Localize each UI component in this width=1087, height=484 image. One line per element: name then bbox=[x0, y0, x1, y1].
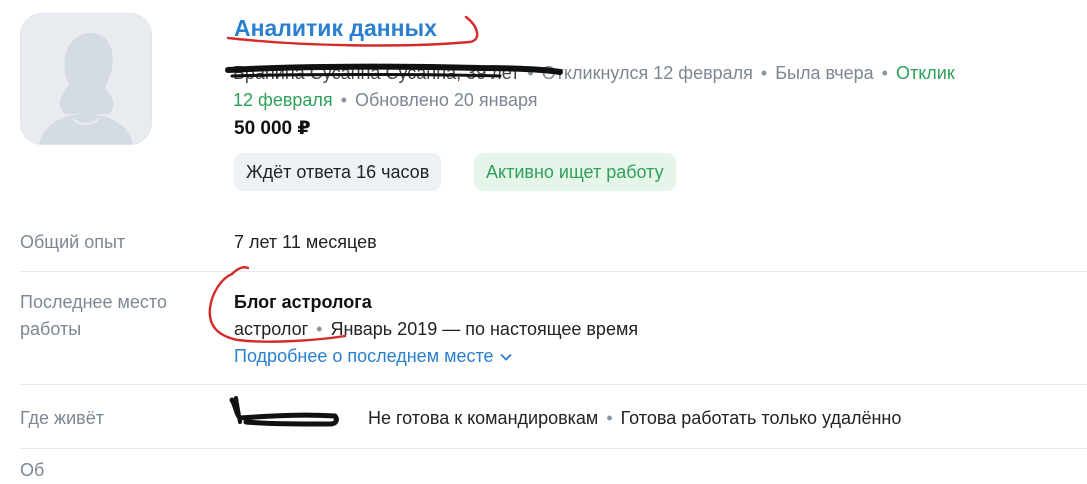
separator-dot: • bbox=[316, 319, 323, 339]
location-redaction bbox=[229, 397, 339, 427]
last-job-more-label: Подробнее о последнем месте bbox=[234, 346, 494, 366]
separator-dot: • bbox=[606, 408, 613, 428]
remote-work: Готова работать только удалённо bbox=[620, 408, 902, 428]
response-prefix: Отклик bbox=[895, 63, 955, 83]
salary: 50 000 ₽ bbox=[234, 118, 311, 139]
last-job-company: Блог астролога bbox=[234, 292, 372, 312]
candidate-meta: Бранина Сусанна Сусанна, 39 лет • Откликну… bbox=[233, 60, 1083, 114]
divider bbox=[20, 271, 1087, 272]
updated-date: Обновлено 20 января bbox=[355, 90, 538, 110]
separator-dot: • bbox=[340, 90, 347, 110]
experience-label: Общий опыт bbox=[20, 232, 126, 252]
divider bbox=[20, 384, 1087, 385]
vacancy-title-link[interactable]: Аналитик данных bbox=[234, 15, 437, 42]
responded-date: Откликнулся 12 февраля bbox=[541, 63, 753, 83]
job-search-status-badge: Активно ищет работу bbox=[474, 153, 676, 191]
separator-dot: • bbox=[760, 63, 768, 83]
last-job-period: Январь 2019 — по настоящее время bbox=[330, 319, 639, 339]
last-job-more-link[interactable]: Подробнее о последнем месте bbox=[234, 346, 512, 366]
location-redaction-2 bbox=[234, 396, 242, 424]
last-job-details: Блог астролога астролог • Январь 2019 — по… bbox=[234, 289, 638, 370]
last-job-label-line1: Последнее место bbox=[20, 292, 167, 312]
cut-off-row-label: Об bbox=[20, 460, 45, 480]
experience-value: 7 лет 11 месяцев bbox=[234, 232, 377, 252]
person-silhouette-icon bbox=[21, 14, 151, 144]
separator-dot: • bbox=[527, 63, 534, 83]
location-details: Не готова к командировкам • Готова работат… bbox=[368, 405, 901, 432]
last-job-position: астролог bbox=[234, 319, 309, 339]
location-label: Где живёт bbox=[20, 408, 104, 428]
response-date: 12 февраля bbox=[233, 90, 333, 110]
business-trips: Не готова к командировкам bbox=[368, 408, 599, 428]
separator-dot: • bbox=[881, 63, 888, 83]
last-seen: Была вчера bbox=[775, 63, 874, 83]
avatar bbox=[20, 13, 152, 145]
candidate-name-age: Бранина Сусанна Сусанна, 39 лет bbox=[233, 63, 520, 83]
chevron-down-icon bbox=[499, 354, 512, 362]
last-job-label: Последнее место работы bbox=[20, 289, 167, 343]
divider bbox=[20, 448, 1087, 449]
last-job-label-line2: работы bbox=[20, 319, 82, 339]
waiting-badge: Ждёт ответа 16 часов bbox=[234, 153, 442, 191]
